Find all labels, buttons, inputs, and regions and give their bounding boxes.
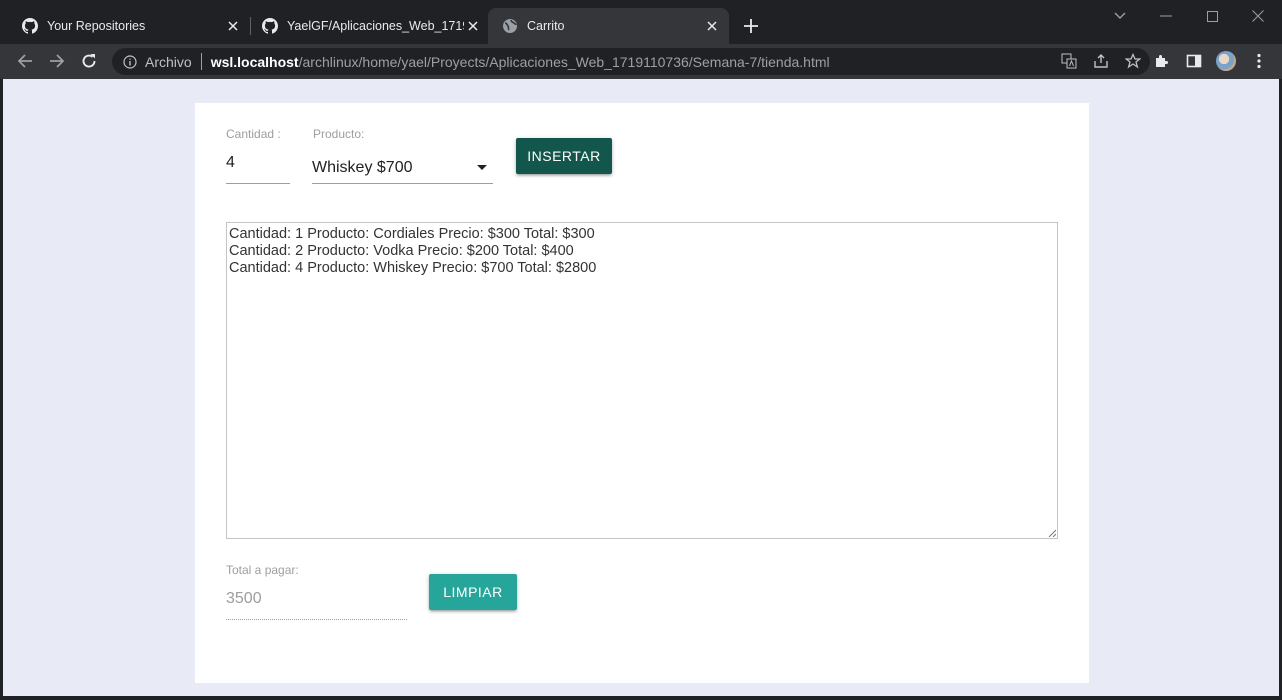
product-selected-value: Whiskey $700 xyxy=(312,158,413,176)
dropdown-caret-icon xyxy=(477,165,487,170)
close-tab-icon[interactable] xyxy=(464,17,482,35)
github-icon xyxy=(22,18,38,34)
reload-icon[interactable] xyxy=(78,50,100,72)
info-icon[interactable] xyxy=(122,54,138,70)
tab-title: Carrito xyxy=(527,19,565,33)
tab-strip: Your Repositories YaelGF/Aplicaciones_We… xyxy=(0,0,1282,44)
extensions-puzzle-icon[interactable] xyxy=(1152,51,1172,71)
share-icon[interactable] xyxy=(1092,52,1110,70)
cart-line: Cantidad: 1 Producto: Cordiales Precio: … xyxy=(229,226,595,242)
minimize-icon[interactable] xyxy=(1151,4,1181,28)
url-path: /archlinux/home/yael/Proyects/Aplicacion… xyxy=(298,53,830,70)
browser-menu-icon[interactable] xyxy=(1249,51,1269,71)
close-window-icon[interactable] xyxy=(1243,4,1273,28)
insert-button[interactable]: INSERTAR xyxy=(516,138,612,174)
quantity-label: Cantidad : xyxy=(226,127,281,141)
product-select[interactable]: Whiskey $700 xyxy=(312,150,493,184)
maximize-icon[interactable] xyxy=(1197,4,1227,28)
side-panel-icon[interactable] xyxy=(1184,51,1204,71)
clear-button[interactable]: LIMPIAR xyxy=(429,574,517,610)
tab-title: YaelGF/Aplicaciones_Web_17191 xyxy=(287,19,464,33)
tab-carrito[interactable]: Carrito xyxy=(488,8,729,44)
quantity-input[interactable]: 4 xyxy=(226,150,290,184)
page-viewport: Cantidad : 4 Producto: Whiskey $700 INSE… xyxy=(3,79,1279,696)
bookmark-star-icon[interactable] xyxy=(1124,52,1142,70)
cart-line: Cantidad: 2 Producto: Vodka Precio: $200… xyxy=(229,243,574,259)
security-chip[interactable]: Archivo xyxy=(145,54,192,70)
product-label: Producto: xyxy=(313,127,365,141)
total-field: 3500 xyxy=(226,584,407,620)
tab-search-icon[interactable] xyxy=(1105,4,1135,28)
translate-icon[interactable] xyxy=(1060,52,1078,70)
globe-icon xyxy=(503,19,517,33)
new-tab-icon[interactable] xyxy=(741,16,761,36)
total-label: Total a pagar: xyxy=(226,563,299,577)
url-host: wsl.localhost xyxy=(210,53,299,70)
tab-title: Your Repositories xyxy=(47,19,146,33)
browser-toolbar: Archivo wsl.localhost/archlinux/home/yae… xyxy=(0,44,1282,79)
cart-card: Cantidad : 4 Producto: Whiskey $700 INSE… xyxy=(195,103,1089,683)
github-icon xyxy=(262,18,278,34)
cart-line: Cantidad: 4 Producto: Whiskey Precio: $7… xyxy=(229,260,597,276)
resize-handle-icon[interactable] xyxy=(1048,529,1056,537)
tab-aplicaciones-web[interactable]: YaelGF/Aplicaciones_Web_17191 xyxy=(240,8,490,44)
close-tab-icon[interactable] xyxy=(703,17,721,35)
forward-arrow-icon[interactable] xyxy=(46,50,68,72)
address-bar[interactable]: Archivo wsl.localhost/archlinux/home/yae… xyxy=(112,48,1150,75)
url-text[interactable]: wsl.localhost/archlinux/home/yael/Proyec… xyxy=(211,54,830,70)
tab-your-repositories[interactable]: Your Repositories xyxy=(0,8,250,44)
address-divider xyxy=(200,53,202,70)
back-arrow-icon[interactable] xyxy=(14,50,36,72)
profile-avatar[interactable] xyxy=(1216,51,1236,71)
cart-textarea[interactable]: Cantidad: 1 Producto: Cordiales Precio: … xyxy=(226,222,1058,539)
